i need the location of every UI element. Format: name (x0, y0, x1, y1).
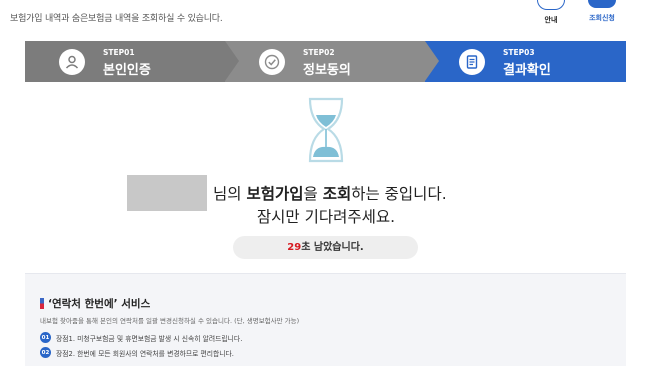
apply-link[interactable]: 조회신청 (582, 0, 622, 23)
step-2-title: 정보동의 (303, 63, 351, 78)
step-1-title: 본인인증 (103, 63, 151, 78)
step-2: STEP02 정보동의 (225, 41, 439, 82)
guide-label: 안내 (544, 16, 558, 24)
step-2-number: STEP02 (303, 48, 335, 57)
flag-icon (40, 298, 44, 309)
message-insurance: 보험가입 (246, 185, 304, 203)
apply-label: 조회신청 (589, 14, 615, 22)
step-1: STEP01 본인인증 (25, 41, 239, 82)
check-icon (259, 49, 285, 75)
service-item: 02 장점2. 한번에 모든 회원사의 연락처를 변경하므로 편리합니다. (40, 347, 234, 358)
hourglass-icon (304, 96, 348, 164)
service-item-text: 장점2. 한번에 모든 회원사의 연락처를 변경하므로 편리합니다. (56, 349, 234, 358)
document-icon (459, 49, 485, 75)
service-title: ‘연락처 한번에’ 서비스 (48, 298, 151, 310)
step-3-title: 결과확인 (503, 63, 551, 78)
message-suffix: 님의 (213, 185, 247, 203)
number-badge: 01 (40, 332, 51, 343)
message-line-2: 잠시만 기다려주세요. (256, 208, 396, 226)
user-icon (59, 49, 85, 75)
service-item: 01 장점1. 미청구보험금 및 휴면보험금 발생 시 신속히 알려드립니다. (40, 332, 242, 343)
message-particle: 을 (303, 185, 323, 203)
step-3: STEP03 결과확인 (425, 41, 626, 82)
service-description: 내보험 찾아줌을 통해 본인의 연락처를 일괄 변경신청하실 수 있습니다. (… (40, 317, 300, 325)
message-inquiry: 조회 (322, 185, 352, 203)
intro-text: 보험가입 내역과 숨은보험금 내역을 조회하실 수 있습니다. (10, 14, 223, 24)
timer-label: 초 남았습니다. (301, 242, 364, 253)
number-badge: 02 (40, 347, 51, 358)
countdown-timer: 29초 남았습니다. (233, 236, 418, 259)
guide-link[interactable]: 안내 (531, 0, 571, 25)
message-ending: 하는 중입니다. (351, 185, 447, 203)
contact-service-box: ‘연락처 한번에’ 서비스 내보험 찾아줌을 통해 본인의 연락처를 일괄 변경… (25, 273, 626, 366)
service-item-text: 장점1. 미청구보험금 및 휴면보험금 발생 시 신속히 알려드립니다. (56, 334, 243, 343)
step-3-number: STEP03 (503, 48, 535, 57)
timer-seconds: 29 (287, 242, 302, 253)
guide-icon (537, 0, 565, 10)
step-1-number: STEP01 (103, 48, 135, 57)
top-bar: 보험가입 내역과 숨은보험금 내역을 조회하실 수 있습니다. 안내 조회신청 (0, 0, 650, 40)
apply-icon (588, 0, 616, 8)
step-progress-bar: STEP01 본인인증 STEP02 정보동의 STEP03 결과확인 (25, 41, 626, 82)
